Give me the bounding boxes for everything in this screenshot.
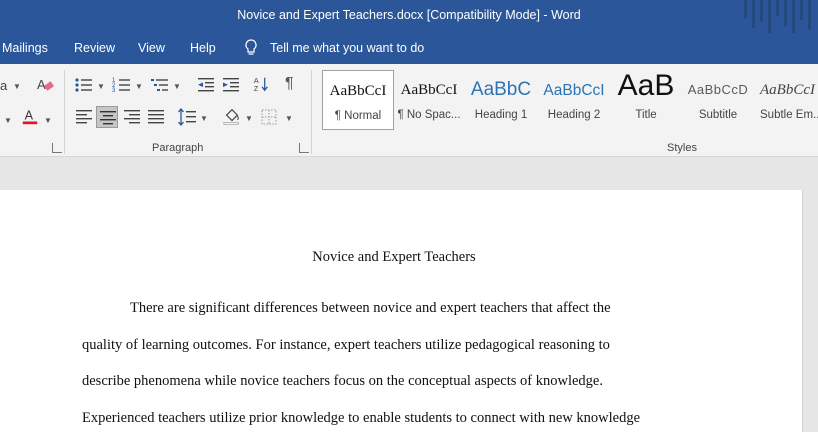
style-sample: AaBbCcI	[543, 82, 605, 99]
style-sample: AaBbCcI	[760, 82, 815, 98]
borders-icon[interactable]	[260, 108, 280, 126]
style-heading-1[interactable]: AaBbC Heading 1	[465, 70, 537, 130]
svg-text:A: A	[25, 109, 34, 123]
lightbulb-icon	[245, 39, 257, 55]
style-normal[interactable]: AaBbCcI ¶ Normal	[322, 70, 394, 130]
align-right-icon[interactable]	[122, 108, 142, 126]
justify-icon[interactable]	[146, 108, 166, 126]
tell-me-search[interactable]: Tell me what you want to do	[244, 39, 424, 57]
chevron-down-icon[interactable]: ▼	[173, 82, 181, 91]
title-bar: Novice and Expert Teachers.docx [Compati…	[0, 0, 818, 33]
document-title: Novice and Expert Teachers	[312, 249, 476, 265]
font-color-icon[interactable]: A	[20, 108, 40, 126]
style-name: ¶ No Spac...	[397, 109, 461, 121]
svg-text:Z: Z	[254, 84, 259, 93]
document-canvas	[0, 157, 818, 190]
chevron-down-icon[interactable]: ▼	[4, 116, 12, 125]
numbering-icon[interactable]: 1 2 3	[112, 76, 132, 94]
paragraph-group-label: Paragraph	[152, 142, 204, 154]
chevron-down-icon[interactable]: ▼	[245, 114, 253, 123]
decrease-indent-icon[interactable]	[196, 76, 216, 94]
style-name: Subtitle	[698, 109, 738, 121]
svg-text:A: A	[37, 77, 46, 92]
chevron-down-icon[interactable]: ▼	[135, 82, 143, 91]
chevron-down-icon[interactable]: ▼	[13, 82, 21, 91]
svg-text:3: 3	[112, 88, 116, 94]
style-title[interactable]: AaB Title	[610, 69, 682, 130]
font-dialog-launcher-icon[interactable]	[52, 143, 62, 153]
style-subtitle[interactable]: AaBbCcD Subtitle	[682, 70, 754, 130]
align-center-icon	[100, 111, 116, 125]
shading-icon[interactable]	[222, 107, 242, 125]
tab-view[interactable]: View	[138, 41, 165, 55]
style-name: Heading 1	[474, 109, 528, 121]
window-title: Novice and Expert Teachers.docx [Compati…	[237, 8, 581, 22]
align-center-button[interactable]	[96, 106, 118, 128]
increase-indent-icon[interactable]	[221, 76, 241, 94]
styles-group-label: Styles	[667, 142, 697, 154]
paragraph-line: quality of learning outcomes. For instan…	[82, 337, 610, 353]
line-spacing-icon[interactable]	[177, 108, 197, 126]
document-page[interactable]: Novice and Expert Teachers There are sig…	[0, 190, 803, 432]
sort-icon[interactable]: A Z	[252, 75, 272, 93]
style-heading-2[interactable]: AaBbCcI Heading 2	[538, 70, 610, 130]
paragraph-dialog-launcher-icon[interactable]	[299, 143, 309, 153]
style-name: ¶ Normal	[334, 110, 382, 122]
multilevel-list-icon[interactable]	[150, 76, 170, 94]
tab-help[interactable]: Help	[190, 41, 216, 55]
ribbon: a ▼ A ▼ A ▼ ▼ 1 2 3 ▼ ▼ A Z ¶ ▼ ▼ ▼ Para…	[0, 64, 818, 157]
paragraph-line: describe phenomena while novice teachers…	[82, 373, 603, 389]
style-sample: AaBbCcI	[329, 83, 387, 99]
bullets-icon[interactable]	[74, 76, 94, 94]
title-bar-decoration	[738, 0, 818, 33]
font-size-partial[interactable]: a	[0, 78, 7, 93]
style-name: Title	[635, 109, 657, 121]
clear-formatting-icon[interactable]: A	[35, 76, 55, 94]
style-sample: AaB	[617, 69, 675, 102]
style-sample: AaBbCcD	[687, 82, 749, 97]
chevron-down-icon[interactable]: ▼	[97, 82, 105, 91]
tell-me-placeholder[interactable]: Tell me what you want to do	[270, 41, 424, 55]
tab-mailings[interactable]: Mailings	[2, 41, 48, 55]
style-name: Subtle Em...	[760, 109, 818, 121]
style-no-spacing[interactable]: AaBbCcI ¶ No Spac...	[393, 70, 465, 130]
chevron-down-icon[interactable]: ▼	[44, 116, 52, 125]
ribbon-tabs: Mailings Review View Help Tell me what y…	[0, 33, 818, 64]
style-name: Heading 2	[547, 109, 601, 121]
chevron-down-icon[interactable]: ▼	[285, 114, 293, 123]
style-sample: AaBbCcI	[400, 82, 458, 98]
chevron-down-icon[interactable]: ▼	[200, 114, 208, 123]
align-left-icon[interactable]	[74, 108, 94, 126]
style-subtle-emphasis[interactable]: AaBbCcI Subtle Em...	[754, 70, 818, 130]
style-sample: AaBbC	[470, 79, 532, 100]
paragraph-line: There are significant differences betwee…	[130, 300, 611, 316]
styles-gallery: AaBbCcI ¶ Normal AaBbCcI ¶ No Spac... Aa…	[319, 69, 818, 130]
tab-review[interactable]: Review	[74, 41, 115, 55]
vertical-scrollbar[interactable]	[803, 190, 818, 432]
show-formatting-marks-icon[interactable]: ¶	[285, 75, 294, 93]
paragraph-line: Experienced teachers utilize prior knowl…	[82, 410, 641, 426]
